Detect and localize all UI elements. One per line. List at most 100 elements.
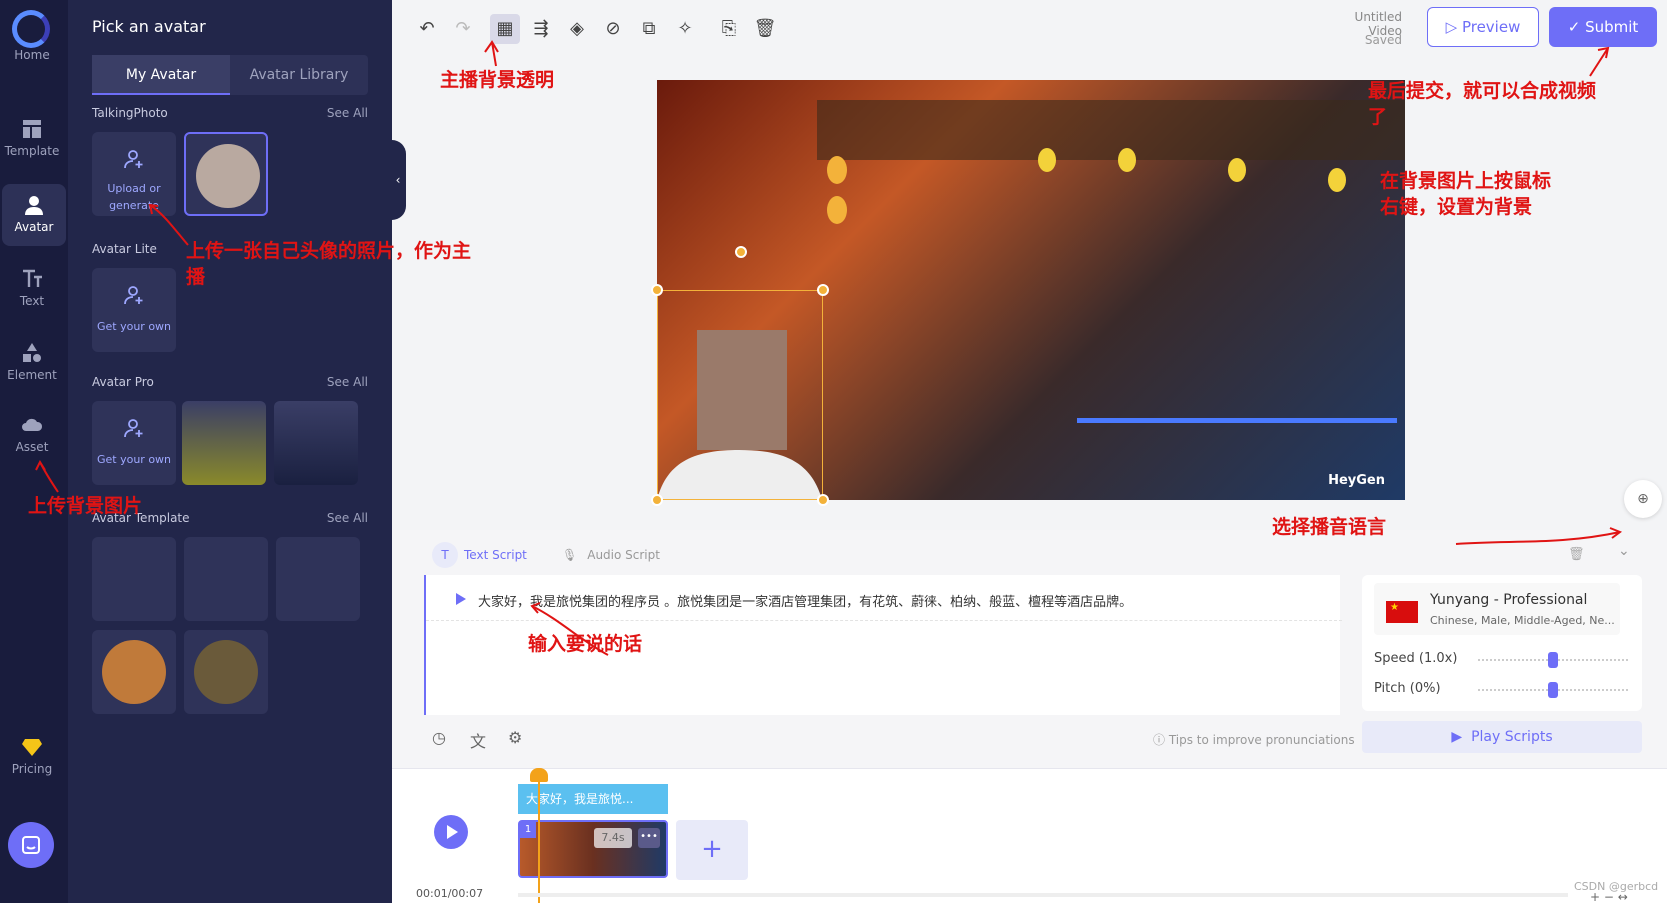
resize-handle[interactable] — [651, 284, 663, 296]
nav-asset-label: Asset — [15, 440, 49, 454]
resize-handle[interactable] — [651, 494, 663, 506]
upload-or-generate-card[interactable]: Upload or generate — [92, 132, 176, 216]
duplicate-icon[interactable]: ⎘ — [714, 14, 744, 44]
text-clip-label: 大家好，我是旅悦... — [526, 792, 634, 806]
more-options-icon[interactable]: ••• — [638, 828, 660, 848]
panel-title: Pick an avatar — [92, 17, 206, 36]
submit-button[interactable]: ✓ Submit — [1549, 7, 1657, 47]
avatar-template-card[interactable] — [92, 630, 176, 714]
nav-asset[interactable]: Asset — [0, 414, 64, 454]
tab-text-script[interactable]: T Text Script — [432, 540, 527, 570]
cartoon-avatar-image — [102, 640, 166, 704]
timeline-scrollbar[interactable] — [518, 893, 1568, 897]
nav-template[interactable]: Template — [0, 118, 64, 158]
script-divider — [426, 620, 1342, 621]
template-icon — [23, 120, 41, 138]
remove-background-icon[interactable]: ▦ — [490, 14, 520, 44]
avatar-template-card[interactable] — [276, 537, 360, 621]
avatar-pro-get-own-card[interactable]: Get your own — [92, 401, 176, 485]
redo-icon[interactable]: ↷ — [448, 14, 478, 44]
nav-text[interactable]: Text — [0, 268, 64, 308]
timeline-play-button[interactable] — [434, 815, 468, 849]
translate-icon[interactable]: 文 — [470, 728, 486, 752]
voice-description: Chinese, Male, Middle-Aged, Ne... — [1430, 614, 1615, 627]
text-clip[interactable]: 大家好，我是旅悦... — [518, 784, 668, 814]
annotation-upload-background: 上传背景图片 — [28, 495, 143, 517]
preview-button[interactable]: ▷ Preview — [1427, 7, 1539, 47]
resize-handle[interactable] — [817, 494, 829, 506]
text-script-icon: T — [432, 542, 458, 568]
layers-icon[interactable]: ◈ — [562, 14, 592, 44]
nav-pricing[interactable]: Pricing — [0, 736, 64, 776]
avatar-pro-woman-card[interactable] — [182, 401, 266, 485]
see-all-avatar-template[interactable]: See All — [327, 511, 368, 525]
avatar-pro-man-card[interactable] — [274, 401, 358, 485]
microphone-icon: 🎙 — [562, 548, 578, 562]
text-icon — [23, 269, 42, 287]
speed-label: Speed (1.0x) — [1374, 651, 1458, 666]
trash-icon[interactable]: 🗑 — [1568, 547, 1585, 562]
undo-icon[interactable]: ↶ — [412, 14, 442, 44]
play-line-icon[interactable] — [456, 593, 466, 605]
play-scripts-label: Play Scripts — [1471, 729, 1553, 745]
cloud-upload-icon — [22, 418, 43, 431]
scene-clip[interactable]: 1 7.4s ••• — [518, 820, 668, 878]
add-user-icon — [124, 286, 143, 305]
avatar-template-card[interactable] — [184, 537, 268, 621]
section-title-talkingphoto: TalkingPhoto — [92, 106, 168, 120]
section-title-avatar-pro: Avatar Pro — [92, 375, 154, 389]
save-status: Saved — [1364, 33, 1402, 47]
talkingphoto-avatar-card[interactable] — [184, 132, 268, 216]
nav-avatar[interactable]: Avatar — [2, 184, 66, 246]
playhead[interactable] — [538, 770, 540, 903]
voice-selector[interactable]: ★ Yunyang - Professional Chinese, Male, … — [1374, 583, 1620, 635]
tab-my-avatar[interactable]: My Avatar — [92, 55, 230, 95]
ai-icon[interactable]: ⚙ — [508, 728, 522, 747]
annotation-bg-transparent: 主播背景透明 — [440, 69, 555, 91]
trash-icon[interactable]: 🗑 — [750, 14, 780, 44]
tab-audio-script[interactable]: 🎙 Audio Script — [562, 540, 660, 570]
timeline-zoom-controls[interactable]: + − ↔ — [1590, 890, 1628, 903]
pitch-slider-handle[interactable] — [1548, 682, 1558, 698]
nav-home-label: Home — [14, 48, 50, 62]
see-all-talkingphoto[interactable]: See All — [327, 106, 368, 120]
avatar-lite-get-own-label: Get your own — [96, 320, 172, 333]
avatar-template-card[interactable] — [184, 630, 268, 714]
chevron-down-icon[interactable]: ⌄ — [1618, 543, 1630, 559]
annotation-submit: 最后提交，就可以合成视频了 — [1368, 80, 1597, 128]
nav-home[interactable]: Home — [0, 48, 64, 62]
nav-template-label: Template — [4, 144, 60, 158]
see-all-avatar-pro[interactable]: See All — [327, 375, 368, 389]
heygen-watermark: HeyGen — [1328, 473, 1385, 488]
chat-support-button[interactable] — [8, 822, 54, 868]
speed-slider[interactable] — [1478, 652, 1628, 668]
zoom-in-icon[interactable]: ⊕ — [1624, 480, 1662, 518]
speed-slider-handle[interactable] — [1548, 652, 1558, 668]
shape-icon[interactable]: ⧉ — [634, 14, 664, 44]
heygen-logo[interactable] — [12, 10, 50, 48]
play-scripts-button[interactable]: ▶ Play Scripts — [1362, 721, 1642, 753]
pitch-slider[interactable] — [1478, 682, 1628, 698]
pronunciation-tips-link[interactable]: ⓘ Tips to improve pronunciations — [1153, 731, 1355, 748]
align-icon[interactable]: ⇶ — [526, 14, 556, 44]
scene-duration: 7.4s — [594, 828, 632, 848]
magic-wand-icon[interactable]: ✧ — [670, 14, 700, 44]
add-scene-button[interactable]: + — [676, 820, 748, 880]
rotate-handle[interactable] — [735, 246, 747, 258]
script-text[interactable]: 大家好，我是旅悦集团的程序员 。旅悦集团是一家酒店管理集团，有花筑、蔚徕、柏纳、… — [478, 591, 1132, 610]
add-user-icon — [124, 419, 143, 438]
annotation-input-text: 输入要说的话 — [528, 633, 643, 655]
resize-handle[interactable] — [817, 284, 829, 296]
tab-avatar-library[interactable]: Avatar Library — [230, 55, 368, 95]
china-flag-icon: ★ — [1386, 601, 1418, 623]
avatar-selection-box[interactable] — [651, 246, 829, 506]
nav-element[interactable]: Element — [0, 342, 64, 382]
collapse-panel-button[interactable]: ‹ — [390, 140, 406, 220]
avatar-lite-get-own-card[interactable]: Get your own — [92, 268, 176, 352]
avatar-template-card[interactable] — [92, 537, 176, 621]
nav-avatar-label: Avatar — [14, 220, 54, 234]
annotation-select-language: 选择播音语言 — [1272, 516, 1387, 538]
left-nav: Home Template Avatar Text Element Asset … — [0, 0, 68, 903]
clock-icon[interactable]: ◷ — [432, 728, 446, 747]
hide-icon[interactable]: ⊘ — [598, 14, 628, 44]
